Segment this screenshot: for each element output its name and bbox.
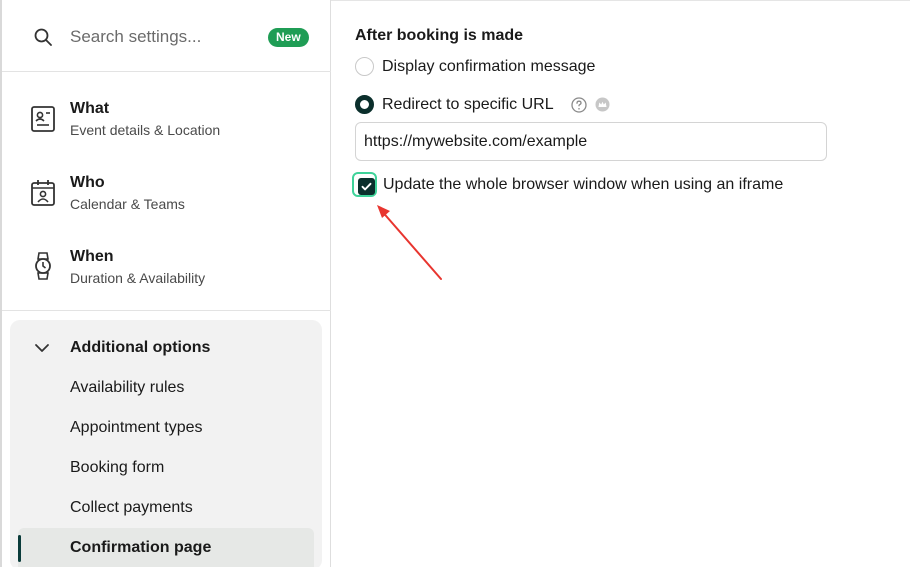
nav-item-who[interactable]: Who Calendar & Teams [2,158,331,232]
additional-options-heading[interactable]: Additional options [70,339,210,357]
search-icon [34,28,52,46]
help-icon[interactable] [571,97,587,113]
sidebar-item-collect-payments[interactable]: Collect payments [70,499,193,517]
section-title: After booking is made [355,27,524,44]
divider [2,310,331,311]
checkmark-icon [361,182,372,191]
nav-item-title: Who [70,174,105,191]
nav-item-what[interactable]: What Event details & Location [2,84,331,158]
checkbox-checked [358,178,375,195]
search-bar[interactable]: Search settings... New [2,0,331,72]
iframe-checkbox[interactable] [352,172,377,197]
sidebar-item-availability-rules[interactable]: Availability rules [70,379,184,397]
checkbox-label: Update the whole browser window when usi… [383,176,784,193]
sidebar-item-confirmation-page[interactable]: Confirmation page [70,539,211,557]
crown-icon [595,97,610,112]
nav-item-subtitle: Duration & Availability [70,270,206,286]
sidebar-item-appointment-types[interactable]: Appointment types [70,419,203,437]
nav-item-title: When [70,248,114,265]
radio-label: Redirect to specific URL [382,96,554,113]
nav-item-subtitle: Event details & Location [70,122,221,138]
radio-button-selected[interactable] [355,95,374,114]
nav-item-when[interactable]: When Duration & Availability [2,232,331,306]
radio-button[interactable] [355,57,374,76]
active-item-indicator [18,535,21,562]
new-badge: New [268,28,309,47]
nav-item-title: What [70,100,110,117]
additional-options-panel: Additional options Availability rules Ap… [10,320,322,567]
calendar-user-icon [31,180,55,206]
radio-label: Display confirmation message [382,58,596,75]
annotation-arrow-icon [377,205,442,280]
nav-item-subtitle: Calendar & Teams [70,196,185,212]
search-input[interactable]: Search settings... [70,27,201,47]
sidebar-item-booking-form[interactable]: Booking form [70,459,164,477]
redirect-url-field[interactable] [355,122,827,161]
watch-icon [35,252,51,280]
contact-card-icon [31,106,55,132]
chevron-down-icon[interactable] [34,340,50,356]
settings-sidebar: Search settings... New What Event detail… [0,0,331,567]
